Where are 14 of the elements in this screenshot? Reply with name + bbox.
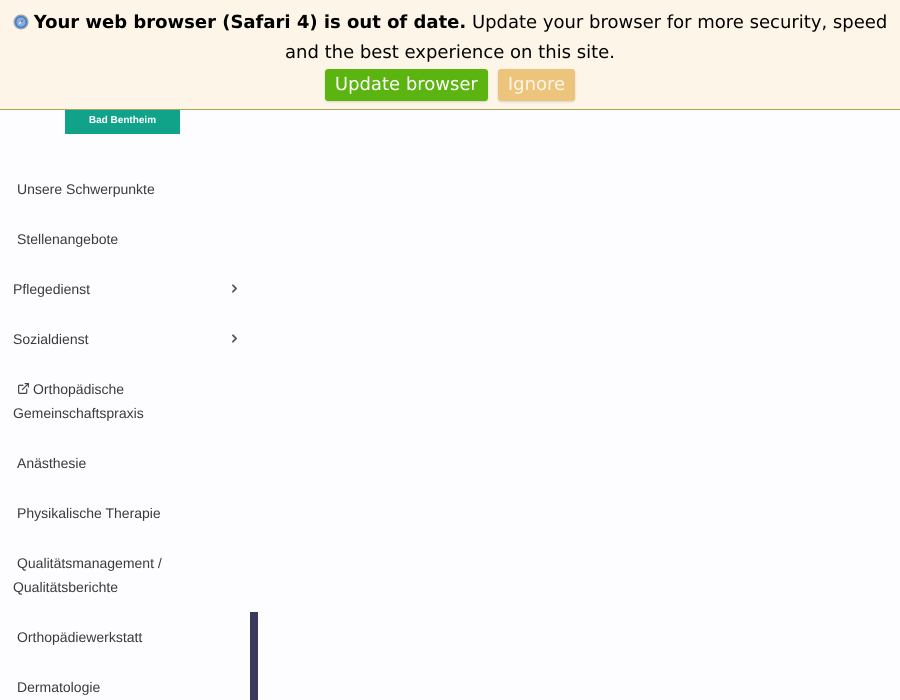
outdated-browser-message: Your web browser (Safari 4) is out of date. Update your browser for more security, speed and the best experience on this site. xyxy=(34,12,888,63)
nav-item[interactable]: Anästhesie xyxy=(13,438,243,488)
logo-text: Bad Bentheim xyxy=(88,114,156,128)
nav-item[interactable]: Sozialdienst xyxy=(13,314,243,364)
compass-icon xyxy=(12,14,29,30)
nav-item[interactable]: Stellenangebote xyxy=(13,214,243,264)
external-link-icon xyxy=(17,382,30,395)
nav-item[interactable]: Pflegedienst xyxy=(13,264,243,314)
nav-item[interactable]: Orthopädische Gemeinschaftspraxis xyxy=(13,364,243,438)
nav-item[interactable]: Physikalische Therapie xyxy=(13,488,243,538)
nav-item[interactable]: Dermatologie xyxy=(13,662,243,700)
nav-item[interactable]: Unsere Schwerpunkte xyxy=(13,164,243,214)
nav-item[interactable]: Orthopädiewerkstatt xyxy=(13,612,243,662)
nav-item[interactable]: Qualitätsmanagement / Qualitätsberichte xyxy=(13,538,243,612)
